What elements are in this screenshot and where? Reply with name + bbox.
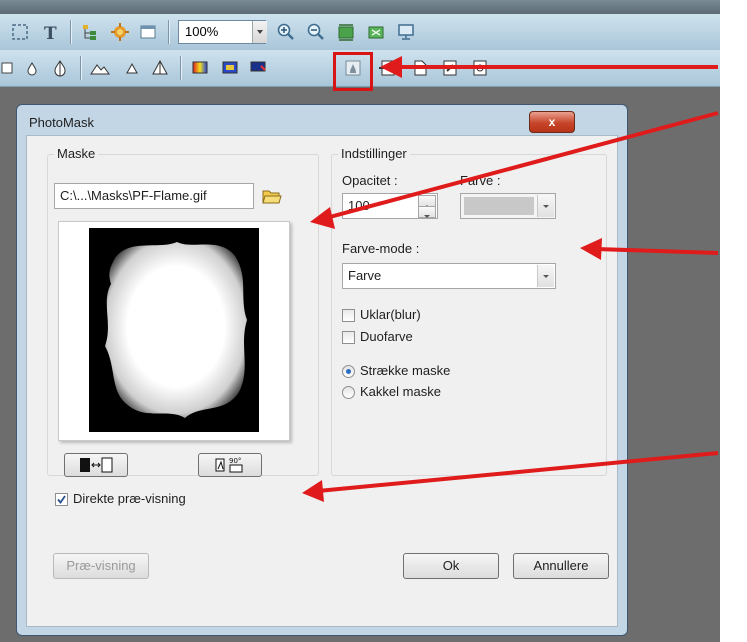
rotate-90-icon: 90° — [215, 457, 243, 473]
color-dropdown-arrow[interactable] — [537, 195, 554, 217]
tile-mask-radio[interactable] — [342, 386, 355, 399]
toolbar-separator — [70, 20, 72, 44]
stretch-mask-label: Strække maske — [360, 363, 451, 378]
chevron-down-icon — [543, 205, 549, 208]
color-picker[interactable] — [460, 193, 556, 219]
open-folder-icon[interactable] — [262, 187, 282, 205]
blur-label: Uklar(blur) — [360, 307, 421, 322]
mask-preview-frame — [58, 221, 290, 441]
window-icon[interactable] — [138, 22, 158, 42]
application-window: T 100% PhotoMask x Maske C:\...\Masks\PF… — [0, 0, 720, 642]
toolbar-separator — [168, 20, 170, 44]
zoom-in-icon[interactable] — [276, 22, 296, 42]
gradient-icon[interactable] — [190, 58, 210, 78]
preview-button[interactable]: Præ-visning — [53, 553, 149, 579]
blur-checkbox[interactable] — [342, 309, 355, 322]
tile-mask-label: Kakkel maske — [360, 384, 441, 399]
effects-icon[interactable] — [110, 22, 130, 42]
drop-small-icon[interactable] — [22, 58, 42, 78]
triangle-large-icon[interactable] — [150, 58, 170, 78]
annotation-highlight-box — [333, 52, 373, 91]
color-mode-select[interactable]: Farve — [342, 263, 556, 289]
color-mode-value: Farve — [348, 268, 382, 283]
close-button[interactable]: x — [529, 111, 575, 133]
actual-size-icon[interactable] — [366, 22, 386, 42]
window-top-strip — [0, 0, 720, 14]
checkmark-icon — [57, 495, 66, 504]
dialog-title: PhotoMask — [29, 115, 95, 130]
mirror-icon — [80, 457, 113, 473]
settings-group: Indstillinger Opacitet : 100 Farve : Far… — [331, 146, 607, 476]
live-preview-checkbox[interactable] — [55, 493, 68, 506]
mirror-button[interactable] — [64, 453, 128, 477]
opacity-label: Opacitet : — [342, 173, 398, 188]
mask-preview-image — [89, 228, 259, 432]
selection-icon[interactable] — [10, 22, 30, 42]
toolbar-top: T 100% — [0, 14, 720, 51]
chevron-down-icon — [543, 275, 549, 278]
ok-button[interactable]: Ok — [403, 553, 499, 579]
opacity-down-button[interactable] — [418, 206, 436, 218]
text-tool-icon[interactable]: T — [40, 22, 60, 42]
monitor-blue-icon[interactable] — [248, 58, 268, 78]
close-icon: x — [548, 115, 556, 129]
radio-selected-dot — [346, 369, 351, 374]
document-icon[interactable] — [410, 58, 430, 78]
cancel-button[interactable]: Annullere — [513, 553, 609, 579]
tree-icon[interactable] — [80, 22, 100, 42]
mask-group-label: Maske — [54, 146, 99, 161]
live-preview-label: Direkte præ-visning — [73, 491, 186, 506]
mountain-icon[interactable] — [90, 58, 110, 78]
stretch-mask-radio[interactable] — [342, 365, 355, 378]
zoom-value: 100% — [185, 24, 219, 39]
svg-text:90°: 90° — [229, 457, 241, 465]
document-arrow-icon[interactable] — [378, 58, 398, 78]
monitor-icon[interactable] — [396, 22, 416, 42]
toolbar-separator — [180, 56, 182, 80]
chevron-down-icon — [257, 30, 263, 34]
mask-group: Maske C:\...\Masks\PF-Flame.gif 90° — [47, 146, 319, 477]
color-mode-label: Farve-mode : — [342, 241, 420, 256]
color-mode-dropdown-arrow[interactable] — [537, 265, 554, 287]
photomask-dialog: PhotoMask x Maske C:\...\Masks\PF-Flame.… — [16, 104, 628, 636]
chevron-down-icon — [424, 215, 430, 218]
zoom-dropdown-arrow[interactable] — [252, 21, 267, 43]
settings-group-label: Indstillinger — [338, 146, 410, 161]
duotone-checkbox[interactable] — [342, 331, 355, 344]
frame-icon[interactable] — [220, 58, 240, 78]
duotone-label: Duofarve — [360, 329, 413, 344]
rectangle-half-icon[interactable] — [0, 58, 20, 78]
document-edit-icon[interactable] — [440, 58, 460, 78]
dialog-client-area: Maske C:\...\Masks\PF-Flame.gif 90° Inds… — [26, 135, 618, 627]
triangle-small-icon[interactable] — [122, 58, 142, 78]
zoom-out-icon[interactable] — [306, 22, 326, 42]
color-swatch — [464, 197, 534, 215]
opacity-stepper[interactable] — [418, 195, 436, 218]
drop-large-icon[interactable] — [50, 58, 70, 78]
svg-text:T: T — [44, 24, 57, 42]
rotate-90-button[interactable]: 90° — [198, 453, 262, 477]
color-label: Farve : — [460, 173, 501, 188]
document-image-icon[interactable] — [470, 58, 490, 78]
mask-file-path-field[interactable]: C:\...\Masks\PF-Flame.gif — [54, 183, 254, 209]
fit-window-icon[interactable] — [336, 22, 356, 42]
toolbar-separator — [80, 56, 82, 80]
